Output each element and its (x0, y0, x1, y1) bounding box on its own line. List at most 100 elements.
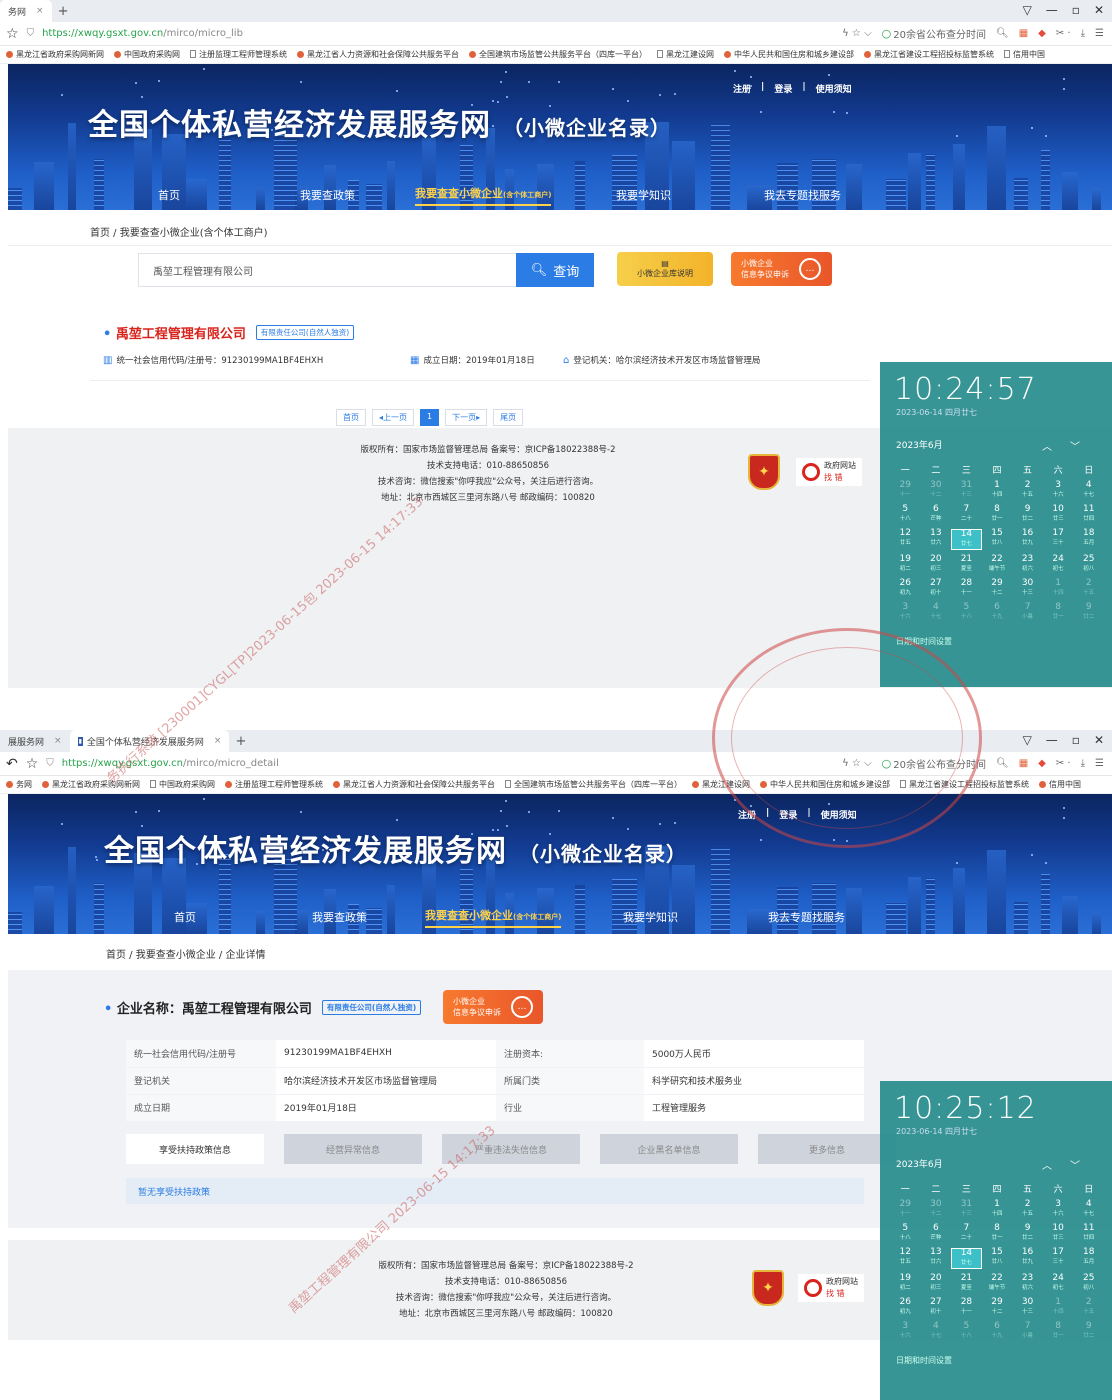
calendar-day[interactable]: 4 十七 (1073, 1200, 1104, 1219)
url-field[interactable]: https://xwqy.gsxt.gov.cn/mirco/micro_lib (42, 28, 243, 39)
date-time-settings[interactable]: 日期和时间设置 (880, 1355, 1112, 1366)
nav-query[interactable]: 我要查查小微企业(含个体工商户) (415, 185, 552, 206)
minimize-icon[interactable]: — (1046, 3, 1058, 17)
restore-icon[interactable]: ▫ (1072, 3, 1080, 17)
bookmark-item[interactable]: 中国政府采购网 (114, 49, 180, 60)
calendar-day[interactable]: 29 十二 (982, 579, 1013, 598)
new-tab-icon[interactable]: + (229, 734, 252, 749)
restore-icon[interactable]: ▫ (1072, 733, 1080, 747)
cut-icon[interactable]: ✂ · (1056, 758, 1071, 769)
calendar-day[interactable]: 29 十一 (890, 481, 921, 500)
tab-policy-info[interactable]: 享受扶持政策信息 (126, 1134, 264, 1164)
calendar-day[interactable]: 24 初七 (1043, 1274, 1074, 1293)
calendar-day[interactable]: 3 十六 (1043, 1200, 1074, 1219)
nav-home[interactable]: 首页 (174, 909, 196, 925)
hamburger-icon[interactable]: ☰ (1095, 758, 1104, 769)
calendar-day[interactable]: 24 初七 (1043, 555, 1074, 574)
calendar-day[interactable]: 2 十五 (1012, 481, 1043, 500)
download-icon[interactable]: ⤓ (1081, 758, 1085, 769)
page-first[interactable]: 首页 (336, 409, 366, 426)
bookmark-item[interactable]: 黑龙江省政府采购网新网 (6, 49, 104, 60)
party-gov-badge[interactable]: ✦ (748, 454, 780, 490)
calendar-day[interactable]: 5 十八 (890, 1224, 921, 1243)
calendar-day[interactable]: 4 十七 (1073, 481, 1104, 500)
bookmark-item[interactable]: 黑龙江建设网 (657, 49, 714, 60)
calendar-day[interactable]: 30 十二 (921, 1200, 952, 1219)
nav-learn[interactable]: 我要学知识 (623, 909, 678, 925)
bookmark-item[interactable]: 信用中国 (1039, 779, 1081, 790)
calendar-day[interactable]: 19 初二 (890, 1274, 921, 1293)
month-arrows-icon[interactable]: ︿﹀ (1042, 1157, 1098, 1172)
menu-icon[interactable]: ▽ (1023, 733, 1032, 747)
calendar-day[interactable]: 28 十一 (951, 1298, 982, 1317)
register-link[interactable]: 注册 (733, 82, 751, 95)
calendar-day[interactable]: 30 十三 (1012, 579, 1043, 598)
nav-policy[interactable]: 我要查政策 (300, 187, 355, 203)
calendar-day[interactable]: 3 十六 (890, 603, 921, 622)
gov-site-badge[interactable]: 政府网站找 错 (798, 1274, 864, 1302)
close-window-icon[interactable]: ✕ (1094, 733, 1104, 747)
calendar-day[interactable]: 7 二十 (951, 1224, 982, 1243)
extension-icon[interactable]: ◆ (1038, 758, 1046, 769)
calendar-day[interactable]: 25 初八 (1073, 555, 1104, 574)
apps-icon[interactable]: ▦ (1019, 28, 1028, 39)
calendar-day[interactable]: 8 廿一 (1043, 603, 1074, 622)
close-icon[interactable]: × (36, 6, 44, 16)
calendar-day[interactable]: 1 十四 (982, 1200, 1013, 1219)
close-window-icon[interactable]: ✕ (1094, 3, 1104, 17)
library-info-card[interactable]: ▤ 小微企业库说明 (617, 252, 713, 286)
calendar-day[interactable]: 6 十九 (982, 1322, 1013, 1341)
calendar-day[interactable]: 31 十三 (951, 481, 982, 500)
download-icon[interactable]: ⤓ (1081, 28, 1085, 39)
calendar-day[interactable]: 23 初六 (1012, 555, 1043, 574)
calendar-day[interactable]: 22 端午节 (982, 555, 1013, 574)
calendar-day[interactable]: 6 芒种 (921, 505, 952, 524)
tab-blacklist[interactable]: 企业黑名单信息 (600, 1134, 738, 1164)
login-link[interactable]: 登录 (779, 808, 797, 821)
bookmark-item[interactable]: 中国政府采购网 (150, 779, 215, 790)
extension-icon[interactable]: ◆ (1038, 28, 1046, 39)
calendar-day[interactable]: 7 小暑 (1012, 603, 1043, 622)
calendar-day[interactable]: 6 芒种 (921, 1224, 952, 1243)
calendar-day[interactable]: 23 初六 (1012, 1274, 1043, 1293)
calendar-day[interactable]: 26 初九 (890, 579, 921, 598)
page-next[interactable]: 下一页▸ (445, 409, 488, 426)
search-input[interactable]: 禹堃工程管理有限公司 (138, 253, 516, 287)
calendar-day[interactable]: 17 三十 (1043, 1248, 1074, 1269)
bookmark-item[interactable]: 黑龙江省建设工程招投标监管系统 (900, 779, 1029, 790)
apps-icon[interactable]: ▦ (1019, 758, 1028, 769)
new-tab-icon[interactable]: + (52, 4, 75, 19)
calendar-day[interactable]: 8 廿一 (982, 505, 1013, 524)
search-button[interactable]: 🔍︎ 查询 (516, 253, 594, 287)
calendar-day[interactable]: 2 十五 (1012, 1200, 1043, 1219)
browser-tab[interactable]: 务网 × (0, 0, 52, 22)
bookmark-item[interactable]: 全国建筑市场监管公共服务平台（四库一平台） (505, 779, 682, 790)
tab-more[interactable]: 更多信息 (758, 1134, 896, 1164)
calendar-day[interactable]: 3 十六 (1043, 481, 1074, 500)
bookmark-item[interactable]: 务网 (6, 779, 32, 790)
breadcrumb[interactable]: 首页 / 我要查查小微企业(含个体工商户) (90, 224, 268, 239)
hot-search[interactable]: ○ 20余省公布查分时间 (882, 26, 986, 41)
bookmark-item[interactable]: 黑龙江省人力资源和社会保障公共服务平台 (297, 49, 459, 60)
bookmark-item[interactable]: 黑龙江省人力资源和社会保障公共服务平台 (333, 779, 495, 790)
nav-service[interactable]: 我去专题找服务 (768, 909, 845, 925)
calendar-day[interactable]: 11 廿四 (1073, 505, 1104, 524)
calendar-day[interactable]: 29 十一 (890, 1200, 921, 1219)
calendar-day[interactable]: 21 夏至 (951, 1274, 982, 1293)
calendar-day[interactable]: 15 廿八 (982, 1248, 1013, 1269)
calendar-day-today[interactable]: 14 廿七 (951, 529, 982, 550)
login-link[interactable]: 登录 (774, 82, 792, 95)
calendar-day[interactable]: 27 初十 (921, 579, 952, 598)
calendar-day[interactable]: 11 廿四 (1073, 1224, 1104, 1243)
search-icon[interactable]: 🔍︎ (996, 758, 1009, 769)
minimize-icon[interactable]: — (1046, 733, 1058, 747)
lightning-icon[interactable]: ϟ ☆ ⌵ (842, 758, 872, 769)
party-gov-badge[interactable]: ✦ (752, 1270, 784, 1306)
calendar-day[interactable]: 7 小暑 (1012, 1322, 1043, 1341)
calendar-day[interactable]: 30 十二 (921, 481, 952, 500)
calendar-day[interactable]: 2 十五 (1073, 579, 1104, 598)
bookmark-item[interactable]: 注册监理工程师管理系统 (225, 779, 323, 790)
calendar-day[interactable]: 8 廿一 (1043, 1322, 1074, 1341)
lightning-icon[interactable]: ϟ ☆ ⌵ (842, 28, 872, 39)
star-icon[interactable]: ☆ (6, 26, 19, 42)
